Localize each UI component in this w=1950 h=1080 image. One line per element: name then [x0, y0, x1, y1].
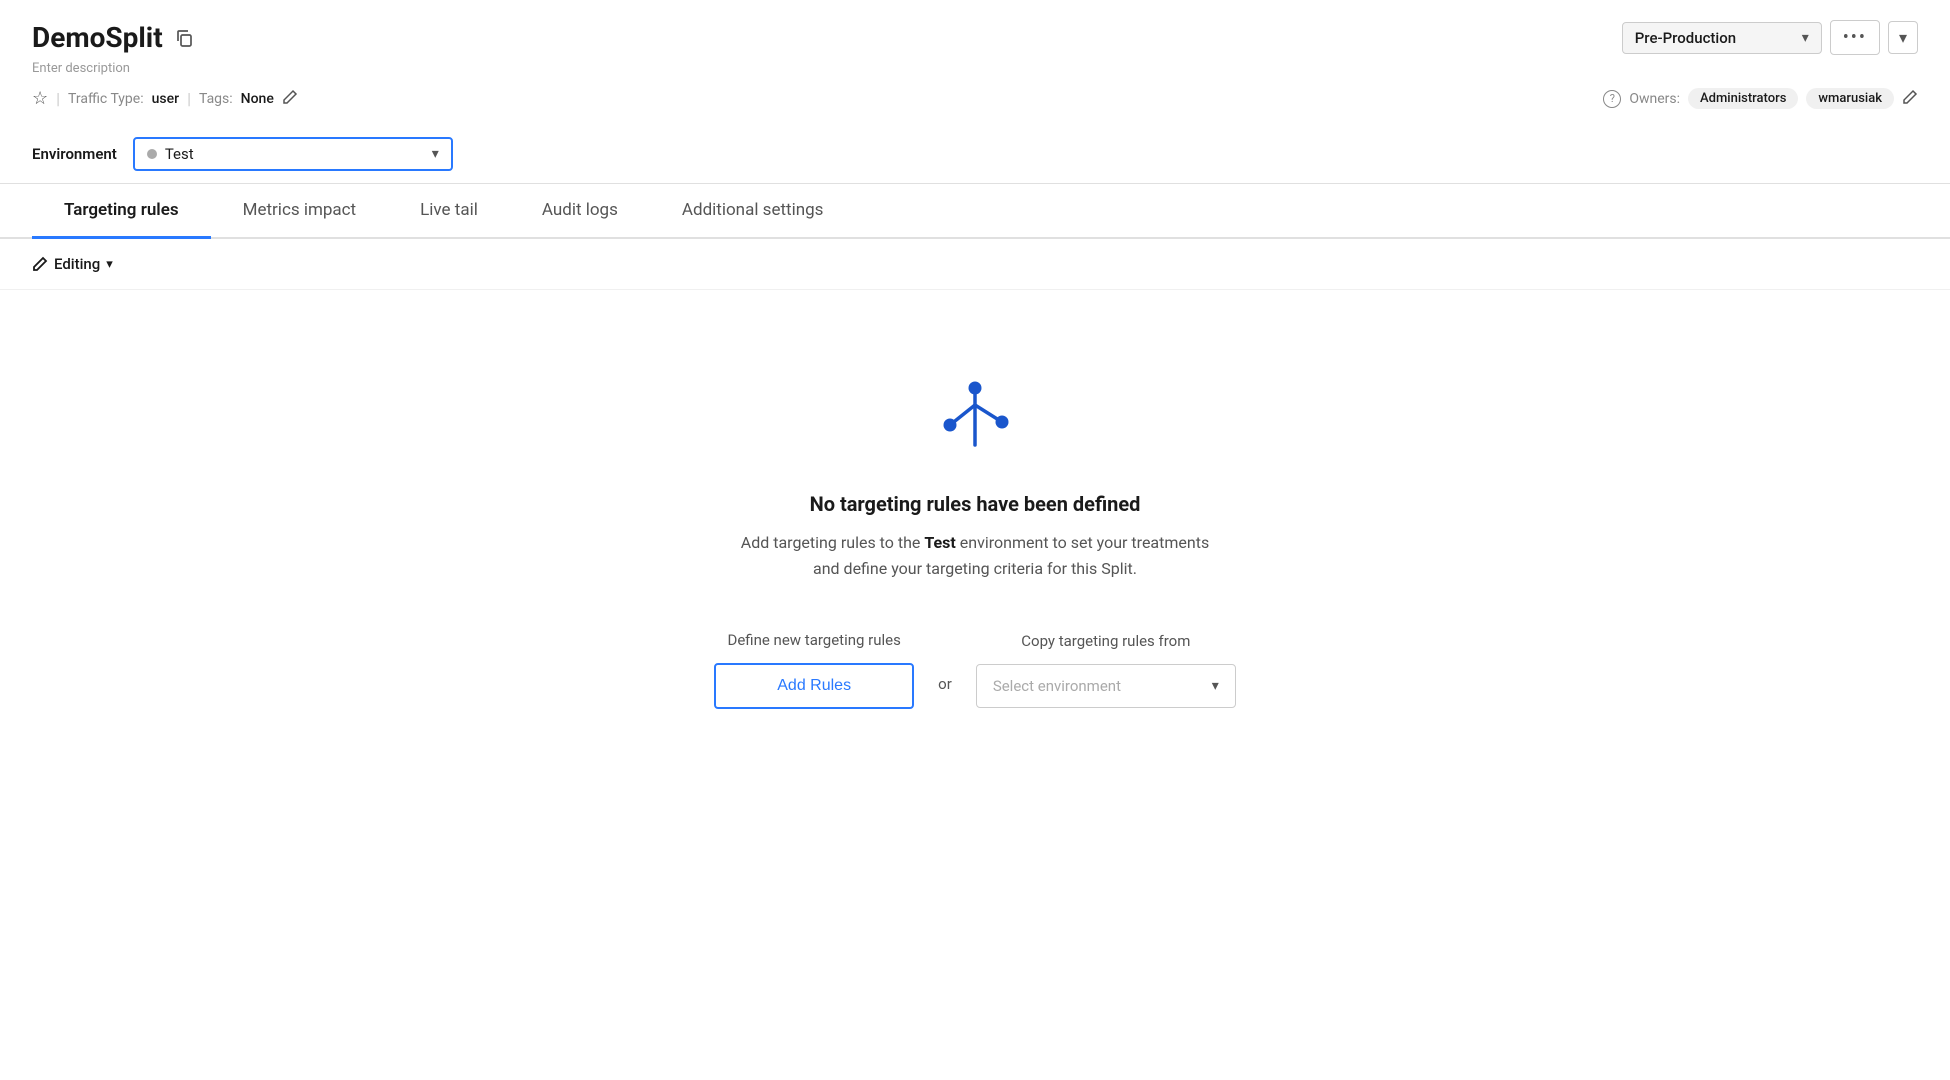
pencil-icon — [32, 256, 48, 272]
owners-edit-icon[interactable] — [1902, 89, 1918, 109]
cta-copy-label: Copy targeting rules from — [1021, 632, 1190, 650]
select-environment-dropdown[interactable]: Select environment ▾ — [976, 664, 1236, 708]
tab-additional-settings[interactable]: Additional settings — [650, 184, 856, 239]
title-right: Pre-Production ▾ ••• ▾ — [1622, 20, 1918, 55]
editing-bar: Editing ▾ — [0, 239, 1950, 290]
tab-live-tail[interactable]: Live tail — [388, 184, 510, 239]
cta-row: Define new targeting rules Add Rules or … — [714, 631, 1236, 709]
empty-desc-env: Test — [924, 533, 955, 552]
expand-chevron-icon: ▾ — [1899, 28, 1907, 47]
empty-state-title: No targeting rules have been defined — [810, 492, 1141, 516]
description-placeholder[interactable]: Enter description — [32, 61, 1918, 76]
environment-select-box[interactable]: Test ▾ — [133, 137, 453, 171]
environment-selected-value: Test — [165, 145, 194, 163]
copy-icon[interactable] — [173, 27, 195, 49]
favorite-star-icon[interactable]: ☆ — [32, 88, 48, 109]
title-row: DemoSplit Pre-Production ▾ ••• ▾ — [32, 20, 1918, 55]
meta-row: ☆ | Traffic Type: user | Tags: None ? Ow… — [32, 88, 1918, 109]
owner-badge-administrators[interactable]: Administrators — [1688, 88, 1798, 109]
more-button[interactable]: ••• — [1830, 20, 1880, 55]
owners-label: Owners: — [1629, 91, 1680, 107]
owners-help-icon[interactable]: ? — [1603, 90, 1621, 108]
expand-button[interactable]: ▾ — [1888, 21, 1918, 54]
meta-right: ? Owners: Administrators wmarusiak — [1603, 88, 1918, 109]
traffic-type-value: user — [152, 91, 179, 107]
tags-label: Tags: — [199, 91, 233, 107]
tabs-row: Targeting rules Metrics impact Live tail… — [0, 184, 1950, 239]
meta-left: ☆ | Traffic Type: user | Tags: None — [32, 88, 298, 109]
environment-selector-row: Environment Test ▾ — [0, 125, 1950, 184]
cta-define-section: Define new targeting rules Add Rules — [714, 631, 914, 709]
tags-value: None — [241, 91, 274, 107]
environment-dropdown[interactable]: Pre-Production ▾ — [1622, 22, 1822, 54]
tab-targeting-rules[interactable]: Targeting rules — [32, 184, 211, 239]
editing-chevron-icon: ▾ — [106, 257, 113, 272]
environment-select-chevron-icon: ▾ — [432, 146, 439, 162]
page-header: DemoSplit Pre-Production ▾ ••• ▾ Enter d… — [0, 0, 1950, 109]
select-env-chevron-icon: ▾ — [1212, 678, 1219, 694]
title-left: DemoSplit — [32, 21, 195, 54]
editing-label: Editing — [54, 255, 100, 273]
cta-copy-section: Copy targeting rules from Select environ… — [976, 632, 1236, 708]
owner-badge-wmarusiak[interactable]: wmarusiak — [1806, 88, 1894, 109]
page-title: DemoSplit — [32, 21, 163, 54]
cta-define-label: Define new targeting rules — [727, 631, 900, 649]
traffic-type-label: Traffic Type: — [68, 91, 144, 107]
split-icon — [930, 370, 1020, 464]
tags-edit-icon[interactable] — [282, 89, 298, 109]
env-dropdown-label: Pre-Production — [1635, 29, 1736, 47]
environment-selector-label: Environment — [32, 145, 117, 163]
tab-metrics-impact[interactable]: Metrics impact — [211, 184, 389, 239]
environment-status-dot — [147, 149, 157, 159]
empty-state: No targeting rules have been defined Add… — [0, 290, 1950, 769]
empty-desc-before: Add targeting rules to the — [741, 533, 925, 552]
editing-button[interactable]: Editing ▾ — [32, 255, 113, 273]
or-text: or — [938, 675, 952, 693]
select-env-placeholder: Select environment — [993, 677, 1121, 695]
add-rules-button[interactable]: Add Rules — [714, 663, 914, 709]
tab-audit-logs[interactable]: Audit logs — [510, 184, 650, 239]
env-dropdown-chevron: ▾ — [1802, 30, 1809, 46]
empty-state-description: Add targeting rules to the Test environm… — [741, 530, 1209, 581]
